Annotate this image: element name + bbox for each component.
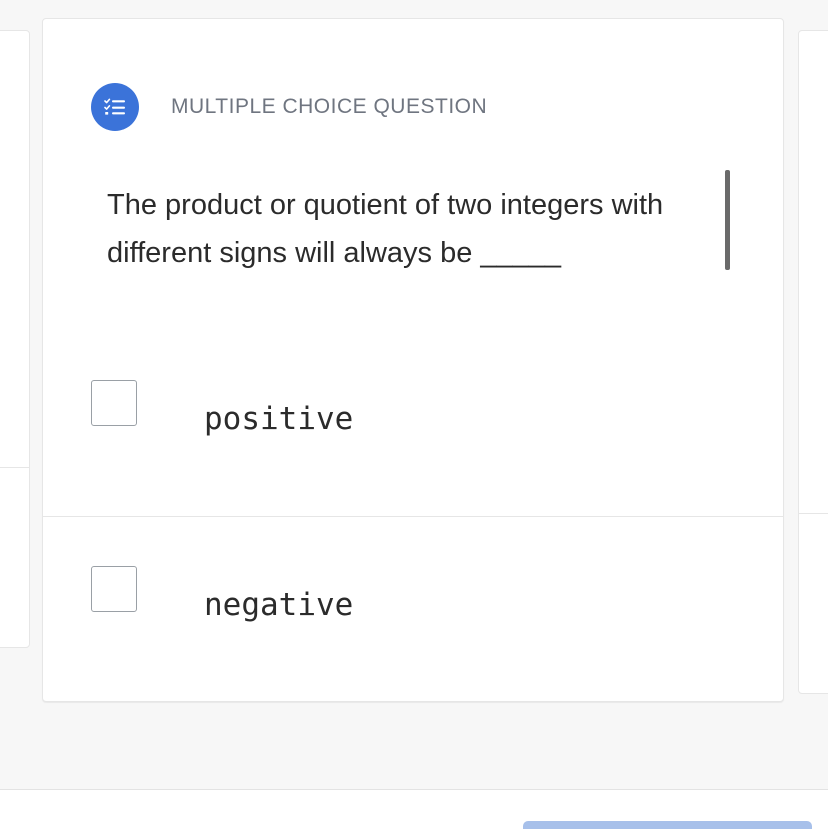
next-question-card[interactable] [798,30,828,694]
question-text: The product or quotient of two integers … [107,189,664,269]
checklist-icon [104,98,125,115]
card-divider [799,513,828,514]
answer-option-negative[interactable]: negative [43,517,783,702]
answer-option-label: positive [204,401,354,437]
previous-question-card[interactable] [0,30,30,648]
question-card: MULTIPLE CHOICE QUESTION The product or … [42,18,784,702]
question-type-badge [91,83,139,131]
question-type-label: MULTIPLE CHOICE QUESTION [171,95,488,118]
quiz-screen: MULTIPLE CHOICE QUESTION The product or … [0,0,828,829]
card-divider [0,467,29,468]
submit-button[interactable] [523,821,812,829]
answer-checkbox[interactable] [91,566,137,612]
answer-option-label: negative [204,587,354,623]
answer-checkbox[interactable] [91,380,137,426]
question-scrollbar[interactable] [725,170,730,270]
answer-option-positive[interactable]: positive [43,331,783,516]
